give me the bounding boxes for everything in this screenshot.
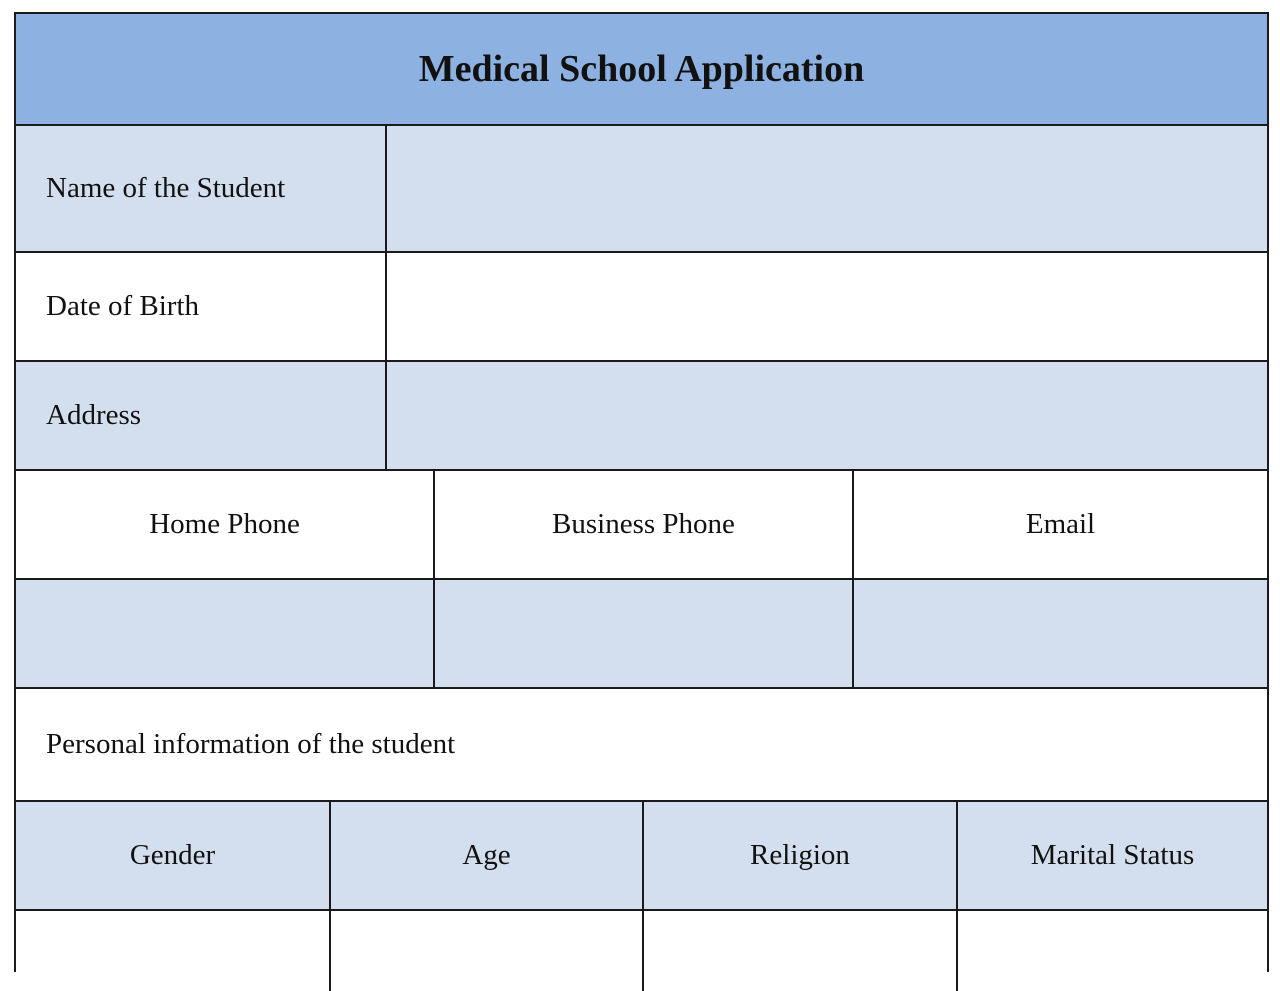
religion-header: Religion xyxy=(642,802,956,909)
dob-label: Date of Birth xyxy=(46,290,200,322)
email-input[interactable] xyxy=(852,580,1267,687)
age-header: Age xyxy=(329,802,642,909)
marital-status-label: Marital Status xyxy=(1030,839,1195,871)
religion-label: Religion xyxy=(750,839,850,871)
address-row: Address xyxy=(16,362,1267,471)
personal-header-row: Gender Age Religion Marital Status xyxy=(16,802,1267,911)
form-title-cell: Medical School Application xyxy=(16,14,1267,124)
name-label: Name of the Student xyxy=(46,172,286,204)
marital-status-header: Marital Status xyxy=(956,802,1267,909)
address-label-cell: Address xyxy=(16,362,385,469)
gender-header: Gender xyxy=(16,802,329,909)
business-phone-label: Business Phone xyxy=(552,508,735,540)
email-header: Email xyxy=(852,471,1267,578)
form-header: Medical School Application xyxy=(16,14,1267,126)
dob-input[interactable] xyxy=(385,253,1267,360)
personal-info-cell: Personal information of the student xyxy=(16,689,1267,800)
personal-info-section-row: Personal information of the student xyxy=(16,689,1267,802)
medical-school-application-form: Medical School Application Name of the S… xyxy=(14,12,1269,991)
business-phone-input[interactable] xyxy=(433,580,852,687)
personal-value-row xyxy=(16,911,1267,991)
dob-row: Date of Birth xyxy=(16,253,1267,362)
contact-header-row: Home Phone Business Phone Email xyxy=(16,471,1267,580)
name-input[interactable] xyxy=(385,126,1267,251)
dob-label-cell: Date of Birth xyxy=(16,253,385,360)
home-phone-header: Home Phone xyxy=(16,471,433,578)
address-input[interactable] xyxy=(385,362,1267,469)
religion-input[interactable] xyxy=(642,911,956,991)
business-phone-header: Business Phone xyxy=(433,471,852,578)
contact-value-row xyxy=(16,580,1267,689)
personal-info-heading: Personal information of the student xyxy=(46,728,456,760)
home-phone-input[interactable] xyxy=(16,580,433,687)
home-phone-label: Home Phone xyxy=(149,508,300,540)
marital-status-input[interactable] xyxy=(956,911,1267,991)
age-label: Age xyxy=(462,839,511,871)
name-row: Name of the Student xyxy=(16,126,1267,253)
gender-label: Gender xyxy=(129,839,216,871)
gender-input[interactable] xyxy=(16,911,329,991)
name-label-cell: Name of the Student xyxy=(16,126,385,251)
address-label: Address xyxy=(46,399,142,431)
email-label: Email xyxy=(1025,508,1096,540)
age-input[interactable] xyxy=(329,911,642,991)
form-title: Medical School Application xyxy=(418,48,865,90)
